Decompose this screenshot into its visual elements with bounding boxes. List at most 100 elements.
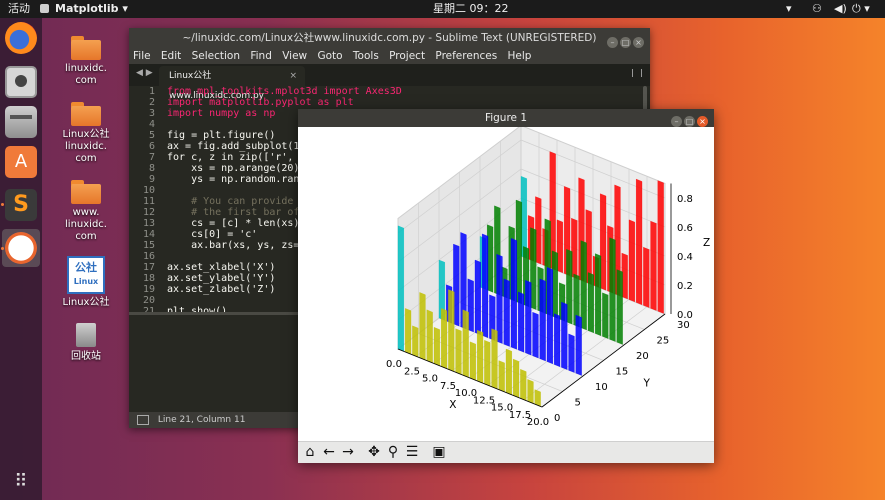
menu-goto[interactable]: Goto xyxy=(317,50,342,62)
sublime-titlebar[interactable]: ~/linuxidc.com/Linux公社www.linuxidc.com.p… xyxy=(129,28,650,48)
bar xyxy=(561,301,568,370)
menu-selection[interactable]: Selection xyxy=(192,50,240,62)
minimize-icon[interactable]: – xyxy=(671,116,682,127)
menu-edit[interactable]: Edit xyxy=(161,50,181,62)
bar xyxy=(462,309,469,378)
desktop-trash[interactable]: 回收站 xyxy=(51,323,121,363)
code-line: ax.set_ylabel('Y') xyxy=(167,273,276,284)
network-icon[interactable]: ⚇ xyxy=(812,2,822,16)
folder-icon xyxy=(71,180,101,204)
firefox-icon[interactable] xyxy=(5,22,37,54)
z-tick-label: 0.6 xyxy=(677,223,693,234)
tab-overflow-icon[interactable] xyxy=(632,69,642,77)
power-icon[interactable]: ⏻ ▾ xyxy=(852,2,870,16)
maximize-icon[interactable]: □ xyxy=(684,116,695,127)
bar xyxy=(580,240,587,331)
bar xyxy=(539,278,546,362)
cursor-position: Line 21, Column 11 xyxy=(157,415,246,425)
menu-project[interactable]: Project xyxy=(389,50,425,62)
desktop-file-linux-gongshe[interactable]: 公社 Linux Linux公社 xyxy=(51,256,121,309)
image-file-icon: 公社 Linux xyxy=(67,256,105,294)
line-number: 15 xyxy=(142,240,155,251)
configure-icon[interactable]: ☰ xyxy=(403,443,421,461)
bar xyxy=(628,219,635,303)
tab-file[interactable]: Linux公社www.linuxidc.com.py × xyxy=(159,66,305,101)
line-number: 16 xyxy=(142,251,155,262)
pan-icon[interactable]: ✥ xyxy=(365,443,383,461)
plot-canvas[interactable]: 0.02.55.07.510.012.515.017.520.0 05101520… xyxy=(298,127,714,441)
bar xyxy=(643,247,650,308)
line-number: 20 xyxy=(142,295,155,306)
desktop-folder-www[interactable]: www. linuxidc. com xyxy=(51,180,121,243)
bar xyxy=(554,313,561,367)
close-icon[interactable]: × xyxy=(697,116,708,127)
console-toggle-icon[interactable] xyxy=(137,414,149,425)
files-icon[interactable] xyxy=(5,106,37,138)
code-line: import numpy as np xyxy=(167,108,276,119)
bar xyxy=(482,233,489,338)
figure-titlebar[interactable]: Figure 1 – □ × xyxy=(298,109,714,127)
desktop-folder-linux-gongshe[interactable]: Linux公社 linuxidc. com xyxy=(51,102,121,165)
desktop-folder-linuxidc[interactable]: linuxidc. com xyxy=(51,36,121,87)
z-axis-label: Z xyxy=(703,237,710,249)
zoom-icon[interactable]: ⚲ xyxy=(384,443,402,461)
bar xyxy=(426,309,433,364)
desktop-item-label: Linux公社 linuxidc. com xyxy=(62,129,110,164)
tab-scroll-arrows-icon[interactable]: ◀ ▶ xyxy=(136,68,153,78)
bar xyxy=(433,327,440,367)
running-indicator xyxy=(1,247,4,250)
bar xyxy=(525,280,532,356)
software-center-icon[interactable]: A xyxy=(5,146,37,178)
desktop-item-label: www. linuxidc. com xyxy=(65,207,107,242)
back-icon[interactable]: ← xyxy=(320,443,338,461)
show-applications-icon[interactable]: ⠿ xyxy=(5,466,37,498)
line-number: 1 xyxy=(148,86,155,97)
x-tick-label: 5.0 xyxy=(422,374,438,385)
code-line: # the first bar of ea xyxy=(167,207,318,218)
line-number: 6 xyxy=(148,141,155,152)
minimize-icon[interactable]: – xyxy=(607,37,618,48)
badge-line-2: Linux xyxy=(73,277,99,286)
code-line: ys = np.random.rand(2 xyxy=(167,174,318,185)
close-icon[interactable]: × xyxy=(633,37,644,48)
desktop-item-label: linuxidc. com xyxy=(65,63,107,86)
code-line: ax.set_xlabel('X') xyxy=(167,262,276,273)
code-line: fig = plt.figure() xyxy=(167,130,276,141)
menu-preferences[interactable]: Preferences xyxy=(435,50,497,62)
save-icon[interactable]: ▣ xyxy=(430,443,448,461)
y-tick-label: 5 xyxy=(575,398,581,409)
x-tick-label: 2.5 xyxy=(404,366,420,377)
menu-file[interactable]: File xyxy=(133,50,151,62)
line-number: 2 xyxy=(148,97,155,108)
line-number: 12 xyxy=(142,207,155,218)
forward-icon[interactable]: → xyxy=(339,443,357,461)
sublime-text-icon[interactable]: S xyxy=(5,189,37,221)
activities-button[interactable]: 活动 xyxy=(8,2,30,16)
matplotlib-icon[interactable] xyxy=(5,232,37,264)
menu-tools[interactable]: Tools xyxy=(353,50,379,62)
z-tick-label: 0.4 xyxy=(677,252,693,263)
y-tick-label: 15 xyxy=(616,367,629,378)
z-tick-label: 0.2 xyxy=(677,281,693,292)
sublime-menubar: File Edit Selection Find View Goto Tools… xyxy=(129,48,650,64)
volume-icon[interactable]: ◀) xyxy=(834,2,847,16)
clock[interactable]: 星期二 09：22 xyxy=(433,2,509,16)
camera-icon[interactable] xyxy=(5,66,37,98)
keyboard-icon[interactable]: ▾ xyxy=(786,2,792,16)
z-tick-label: 0.0 xyxy=(677,310,693,321)
app-menu[interactable]: Matplotlib ▾ xyxy=(55,2,128,16)
home-icon[interactable]: ⌂ xyxy=(301,443,319,461)
tab-close-icon[interactable]: × xyxy=(289,66,297,86)
line-number: 3 xyxy=(148,108,155,119)
menu-view[interactable]: View xyxy=(282,50,307,62)
bar xyxy=(657,180,664,314)
y-tick-label: 20 xyxy=(636,351,649,362)
line-number: 11 xyxy=(142,196,155,207)
desktop-item-label: 回收站 xyxy=(71,351,101,362)
bar xyxy=(587,272,594,334)
menu-find[interactable]: Find xyxy=(250,50,272,62)
menu-help[interactable]: Help xyxy=(508,50,532,62)
code-line: # You can provide eit xyxy=(167,196,318,207)
maximize-icon[interactable]: □ xyxy=(620,37,631,48)
z-tick-label: 0.8 xyxy=(677,194,693,205)
